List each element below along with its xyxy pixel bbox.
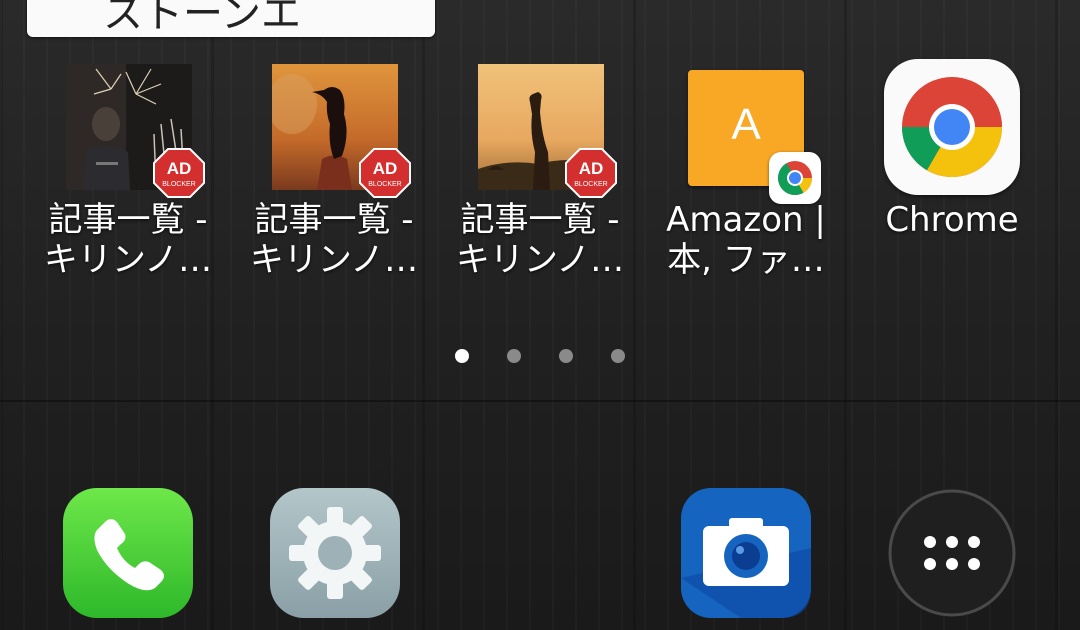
app-shortcut-2[interactable]: AD BLOCKER 記事一覧 - キリンノ…: [231, 62, 437, 280]
app-label: Amazon | 本, ファ…: [666, 200, 826, 280]
page-dot[interactable]: [559, 349, 573, 363]
wallpaper-plank-line: [0, 400, 1080, 402]
svg-text:BLOCKER: BLOCKER: [162, 181, 195, 188]
settings-app-button[interactable]: [270, 488, 400, 618]
phone-icon: [63, 488, 193, 618]
page-dot[interactable]: [611, 349, 625, 363]
search-widget[interactable]: ストーンエ: [27, 0, 435, 37]
ad-blocker-badge-icon: AD BLOCKER: [565, 148, 617, 198]
app-label: Chrome: [885, 200, 1019, 240]
app-label: 記事一覧 - キリンノ…: [455, 200, 625, 280]
svg-text:BLOCKER: BLOCKER: [368, 181, 401, 188]
phone-app-button[interactable]: [63, 488, 193, 618]
app-shortcut-1[interactable]: AD BLOCKER 記事一覧 - キリンノ…: [25, 62, 231, 280]
svg-text:AD: AD: [579, 159, 604, 178]
page-dot[interactable]: [507, 349, 521, 363]
app-drawer-icon: [888, 489, 1016, 617]
page-indicator: [0, 349, 1080, 365]
app-label: 記事一覧 - キリンノ…: [43, 200, 213, 280]
app-shortcut-3[interactable]: AD BLOCKER 記事一覧 - キリンノ…: [437, 62, 643, 280]
svg-text:AD: AD: [373, 159, 398, 178]
gear-icon: [270, 488, 400, 618]
ad-blocker-badge-icon: AD BLOCKER: [359, 148, 411, 198]
svg-text:AD: AD: [167, 159, 192, 178]
svg-text:BLOCKER: BLOCKER: [574, 181, 607, 188]
camera-app-button[interactable]: [681, 488, 811, 618]
search-widget-text: ストーンエ: [103, 0, 301, 37]
app-drawer-button[interactable]: [887, 488, 1017, 618]
camera-icon: [681, 488, 811, 618]
chrome-badge-icon: [769, 152, 821, 204]
chrome-icon: [884, 59, 1020, 195]
page-dot-active[interactable]: [455, 349, 469, 363]
ad-blocker-badge-icon: AD BLOCKER: [153, 148, 205, 198]
app-label: 記事一覧 - キリンノ…: [249, 200, 419, 280]
app-shortcut-amazon[interactable]: A Amazon | 本, ファ…: [643, 62, 849, 280]
app-chrome[interactable]: Chrome: [849, 59, 1055, 280]
